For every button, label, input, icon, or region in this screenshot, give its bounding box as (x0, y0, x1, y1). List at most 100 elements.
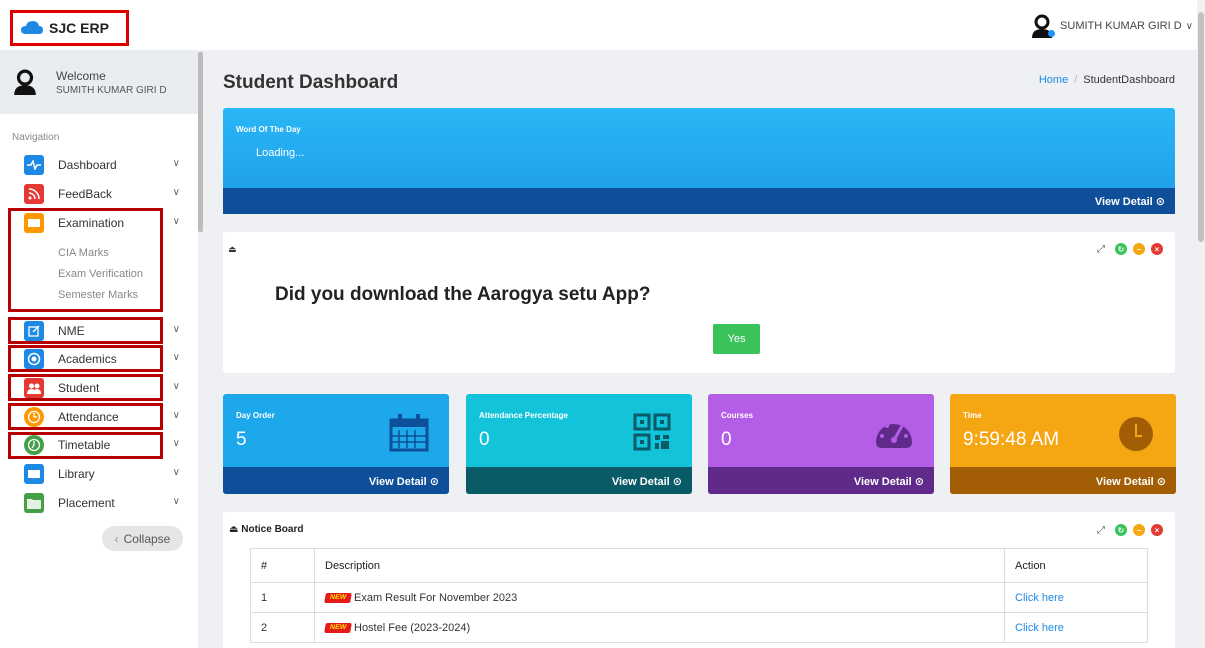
sidebar-item-feedback[interactable]: FeedBack ∨ (24, 183, 194, 205)
table-row: 2 NEW Hostel Fee (2023-2024) Click here (250, 612, 1148, 643)
logo-text: SJC ERP (49, 20, 109, 36)
stat-label: Day Order (236, 411, 275, 420)
minimize-icon[interactable]: – (1133, 524, 1145, 536)
highlight-box (8, 374, 163, 401)
sidebar-item-library[interactable]: Library ∨ (24, 463, 194, 485)
chevron-down-icon: ∨ (172, 467, 180, 478)
row-description: NEW Exam Result For November 2023 (314, 582, 1005, 613)
table-row: 1 NEW Exam Result For November 2023 Click… (250, 582, 1148, 613)
logo[interactable]: SJC ERP (10, 10, 129, 46)
close-icon[interactable]: × (1151, 524, 1163, 536)
panel-controls: ⤢ ↻ – × (1097, 243, 1163, 255)
rss-icon (24, 184, 44, 204)
welcome-name: SUMITH KUMAR GIRI D (56, 84, 167, 96)
chevron-down-icon: ∨ (172, 187, 180, 198)
stat-value: 5 (236, 429, 247, 450)
chevron-down-icon: ∨ (172, 410, 180, 421)
welcome-title: Welcome (56, 68, 106, 83)
row-description: NEW Hostel Fee (2023-2024) (314, 612, 1005, 643)
arrow-circle-icon: ⊙ (1156, 476, 1166, 488)
highlight-box (8, 403, 163, 430)
collapse-button[interactable]: ‹ Collapse (102, 526, 183, 551)
notice-table: # Description Action 1 NEW Exam Result Fo… (250, 548, 1148, 643)
user-menu[interactable]: SUMITH KUMAR GIRI D ∨ (1030, 14, 1193, 38)
wotd-value: Loading... (256, 147, 305, 159)
speedometer-icon (876, 420, 912, 448)
folder-icon (24, 493, 44, 513)
panel-controls: ⤢ ↻ – × (1097, 524, 1163, 536)
sidebar-scrollbar[interactable] (198, 52, 203, 232)
nav-heading: Navigation (12, 132, 60, 143)
cloud-icon (21, 21, 43, 34)
chevron-down-icon: ∨ (172, 216, 180, 227)
sidebar-item-label: FeedBack (58, 187, 113, 201)
wotd-label: Word Of The Day (236, 125, 301, 134)
stat-card-courses: Courses 0 View Detail ⊙ (708, 394, 934, 494)
chevron-down-icon: ∨ (1185, 20, 1193, 32)
collapse-label: Collapse (123, 531, 171, 546)
expand-icon[interactable]: ⤢ (1097, 244, 1105, 255)
qr-icon (633, 413, 671, 451)
click-here-link[interactable]: Click here (1015, 622, 1064, 634)
highlight-box (8, 208, 163, 312)
sidebar-item-dashboard[interactable]: Dashboard ∨ (24, 154, 194, 176)
new-badge-icon: NEW (324, 622, 352, 633)
breadcrumb-home[interactable]: Home (1039, 74, 1068, 86)
word-of-the-day-card: Word Of The Day Loading... View Detail ⊙ (223, 108, 1175, 214)
close-icon[interactable]: × (1151, 243, 1163, 255)
stat-label: Time (963, 411, 982, 420)
user-name: SUMITH KUMAR GIRI D (1060, 20, 1182, 32)
stat-value: 0 (721, 429, 732, 450)
sidebar-item-label: Dashboard (58, 158, 117, 172)
stat-footer: View Detail ⊙ (708, 467, 934, 494)
welcome-panel: Welcome SUMITH KUMAR GIRI D (0, 50, 198, 114)
refresh-icon[interactable]: ↻ (1115, 243, 1127, 255)
chevron-down-icon: ∨ (172, 438, 180, 449)
notice-board-panel: ⏏ Notice Board ⤢ ↻ – × # Description Act… (223, 512, 1175, 648)
table-header: # Description Action (250, 548, 1148, 583)
expand-icon[interactable]: ⤢ (1097, 525, 1105, 536)
book-icon (24, 464, 44, 484)
column-header: # (250, 548, 315, 583)
top-bar: SJC ERP SUMITH KUMAR GIRI D ∨ (0, 0, 1205, 50)
click-here-link[interactable]: Click here (1015, 592, 1064, 604)
page-scrollbar[interactable] (1197, 0, 1205, 648)
yes-button[interactable]: Yes (713, 324, 760, 354)
sidebar-item-label: Placement (58, 496, 115, 510)
arrow-circle-icon: ⊙ (914, 476, 924, 488)
chevron-down-icon: ∨ (172, 352, 180, 363)
row-number: 2 (250, 612, 315, 643)
stat-value: 9:59:48 AM (963, 429, 1060, 450)
view-detail-link[interactable]: View Detail ⊙ (1095, 195, 1165, 208)
sidebar-item-label: Library (58, 467, 95, 481)
chevron-down-icon: ∨ (172, 324, 180, 335)
minimize-icon[interactable]: – (1133, 243, 1145, 255)
stat-card-day-order: Day Order 5 View Detail ⊙ (223, 394, 449, 494)
aarogya-panel: ⏏ ⤢ ↻ – × Did you download the Aarogya s… (223, 232, 1175, 373)
arrow-circle-icon: ⊙ (672, 476, 682, 488)
sidebar-item-placement[interactable]: Placement ∨ (24, 492, 194, 514)
view-detail-link[interactable]: View Detail ⊙ (854, 475, 924, 488)
stat-card-time: Time 9:59:48 AM View Detail ⊙ (950, 394, 1176, 494)
view-detail-link[interactable]: View Detail ⊙ (612, 475, 682, 488)
stat-value: 0 (479, 429, 490, 450)
wotd-footer: View Detail ⊙ (223, 188, 1175, 214)
inbox-icon: ⏏ (228, 244, 237, 254)
refresh-icon[interactable]: ↻ (1115, 524, 1127, 536)
column-header: Action (1004, 548, 1148, 583)
breadcrumb-current: StudentDashboard (1083, 74, 1175, 86)
chevron-down-icon: ∨ (172, 158, 180, 169)
breadcrumb: Home / StudentDashboard (1038, 74, 1175, 86)
stat-card-attendance: Attendance Percentage 0 View Detail ⊙ (466, 394, 692, 494)
inbox-icon: ⏏ (229, 524, 239, 535)
scrollbar-thumb[interactable] (1198, 12, 1204, 242)
avatar-icon (14, 69, 36, 95)
view-detail-link[interactable]: View Detail ⊙ (369, 475, 439, 488)
chevron-left-icon: ‹ (114, 531, 119, 546)
stat-label: Courses (721, 411, 754, 420)
stat-footer: View Detail ⊙ (223, 467, 449, 494)
calendar-icon (389, 414, 429, 452)
new-badge-icon: NEW (324, 592, 352, 603)
view-detail-link[interactable]: View Detail ⊙ (1096, 475, 1166, 488)
pulse-icon (24, 155, 44, 175)
